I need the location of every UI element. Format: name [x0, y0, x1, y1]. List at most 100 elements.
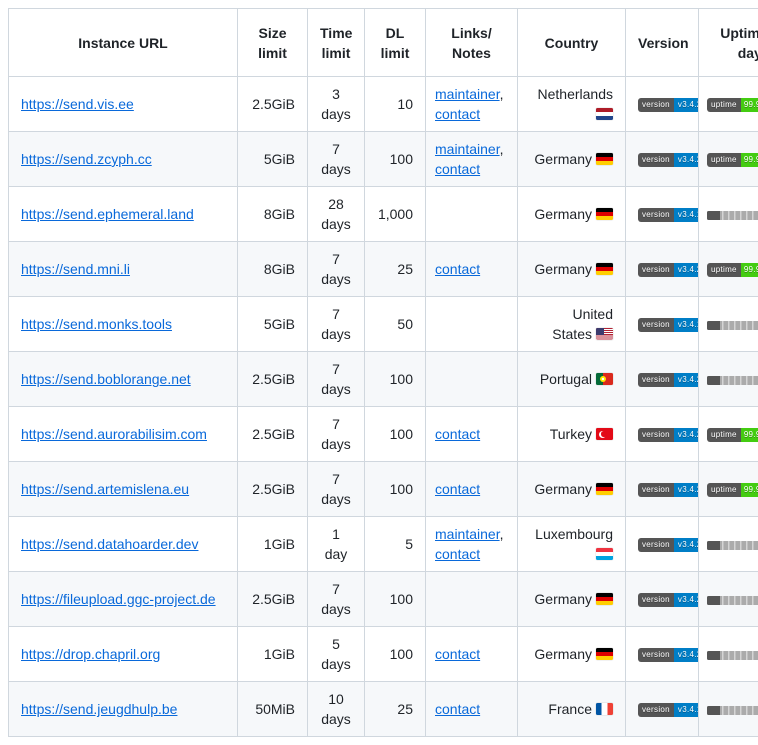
version-badge: versionv3.4.14	[638, 318, 699, 332]
size-limit-cell: 2.5GiB	[238, 77, 308, 132]
instances-table-body: https://send.vis.ee2.5GiB3 days10maintai…	[9, 77, 758, 737]
links-notes-cell: contact	[426, 682, 518, 737]
instance-url-cell: https://send.monks.tools	[9, 297, 238, 352]
contact-link[interactable]: contact	[435, 546, 480, 562]
dl-limit-cell: 1,000	[365, 187, 426, 242]
version-cell: versionv3.4.23	[626, 407, 699, 462]
uptime-badge-label: uptime	[707, 263, 741, 277]
contact-link[interactable]: contact	[435, 481, 480, 497]
links-notes-cell	[426, 187, 518, 242]
version-badge: versionv3.4.14	[638, 208, 699, 222]
instance-url-link[interactable]: https://send.monks.tools	[21, 316, 172, 332]
contact-link[interactable]: contact	[435, 426, 480, 442]
instance-url-cell: https://send.datahoarder.dev	[9, 517, 238, 572]
country-name: Portugal	[540, 371, 592, 387]
version-badge-label: version	[638, 648, 674, 662]
dl-limit-cell: 50	[365, 297, 426, 352]
uptime-cell: uptime99.9	[699, 132, 758, 187]
version-badge: versionv3.4.20	[638, 593, 699, 607]
contact-link[interactable]: contact	[435, 646, 480, 662]
version-badge-value: v3.4.23	[674, 538, 699, 552]
version-badge: versionv3.4.23	[638, 428, 699, 442]
table-row: https://send.ephemeral.land 8GiB28 days1,…	[9, 187, 758, 242]
contact-link[interactable]: contact	[435, 161, 480, 177]
contact-link[interactable]: contact	[435, 261, 480, 277]
version-badge: versionv3.4.18	[638, 703, 699, 717]
instance-url-link[interactable]: https://send.zcyph.cc	[21, 151, 152, 167]
uptime-badge-value: 99.91	[741, 483, 758, 497]
table-row: https://fileupload.ggc-project.de2.5GiB7…	[9, 572, 758, 627]
size-limit-cell: 8GiB	[238, 242, 308, 297]
uptime-unavailable-badge-left	[707, 211, 720, 220]
uptime-unavailable-badge-right	[720, 211, 758, 220]
time-limit-cell: 7 days	[308, 242, 365, 297]
column-header-size-limit: Size limit	[238, 9, 308, 77]
version-badge-label: version	[638, 483, 674, 497]
instance-url-link[interactable]: https://send.datahoarder.dev	[21, 536, 198, 552]
instance-url-link[interactable]: https://send.jeugdhulp.be	[21, 701, 177, 717]
links-notes-cell: contact	[426, 462, 518, 517]
dl-limit-cell: 25	[365, 242, 426, 297]
contact-link[interactable]: contact	[435, 106, 480, 122]
maintainer-link[interactable]: maintainer	[435, 86, 500, 102]
time-limit-cell: 7 days	[308, 572, 365, 627]
country-cell: Germany	[518, 242, 626, 297]
instance-url-link[interactable]: https://drop.chapril.org	[21, 646, 160, 662]
size-limit-cell: 8GiB	[238, 187, 308, 242]
uptime-unavailable-badge-right	[720, 651, 758, 660]
time-limit-cell: 1 day	[308, 517, 365, 572]
version-badge-value: v3.4.23	[674, 263, 699, 277]
uptime-cell	[699, 352, 758, 407]
de-flag-icon	[596, 263, 613, 275]
table-row: https://drop.chapril.org 1GiB5 days100 con…	[9, 627, 758, 682]
instance-url-link[interactable]: https://send.mni.li	[21, 261, 130, 277]
time-limit-cell: 5 days	[308, 627, 365, 682]
instance-url-cell: https://send.ephemeral.land	[9, 187, 238, 242]
links-notes-cell	[426, 352, 518, 407]
country-cell: Germany	[518, 572, 626, 627]
country-cell: Portugal	[518, 352, 626, 407]
maintainer-link[interactable]: maintainer	[435, 526, 500, 542]
instance-url-link[interactable]: https://send.aurorabilisim.com	[21, 426, 207, 442]
version-badge-label: version	[638, 593, 674, 607]
time-limit-cell: 28 days	[308, 187, 365, 242]
instance-url-link[interactable]: https://send.vis.ee	[21, 96, 134, 112]
time-limit-cell: 10 days	[308, 682, 365, 737]
pt-flag-icon	[596, 373, 613, 385]
fr-flag-icon	[596, 703, 613, 715]
uptime-cell	[699, 627, 758, 682]
column-header-instance-url: Instance URL	[9, 9, 238, 77]
contact-link[interactable]: contact	[435, 701, 480, 717]
size-limit-cell: 1GiB	[238, 627, 308, 682]
table-row: https://send.mni.li 8GiB7 days25 contact Ge…	[9, 242, 758, 297]
country-cell: United States	[518, 297, 626, 352]
instance-url-link[interactable]: https://fileupload.ggc-project.de	[21, 591, 216, 607]
country-name: Netherlands	[538, 86, 614, 102]
instance-url-cell: https://send.vis.ee	[9, 77, 238, 132]
table-row: https://send.monks.tools5GiB7 days50Unit…	[9, 297, 758, 352]
links-notes-cell	[426, 572, 518, 627]
links-notes-cell: maintainer, contact	[426, 132, 518, 187]
version-badge-value: v3.4.23	[674, 373, 699, 387]
de-flag-icon	[596, 208, 613, 220]
instance-url-cell: https://send.zcyph.cc	[9, 132, 238, 187]
version-badge-label: version	[638, 428, 674, 442]
tr-flag-icon	[596, 428, 613, 440]
country-cell: Luxembourg	[518, 517, 626, 572]
header-row: Instance URL Size limit Time limit DL li…	[9, 9, 758, 77]
table-row: https://send.aurorabilisim.com2.5GiB7 da…	[9, 407, 758, 462]
version-badge: versionv3.4.23	[638, 538, 699, 552]
uptime-unavailable-badge-left	[707, 706, 720, 715]
uptime-unavailable-badge	[707, 651, 758, 660]
instance-url-link[interactable]: https://send.ephemeral.land	[21, 206, 194, 222]
instance-url-link[interactable]: https://send.boblorange.net	[21, 371, 191, 387]
maintainer-link[interactable]: maintainer	[435, 141, 500, 157]
table-row: https://send.boblorange.net2.5GiB7 days1…	[9, 352, 758, 407]
instance-url-link[interactable]: https://send.artemislena.eu	[21, 481, 189, 497]
uptime-unavailable-badge	[707, 596, 758, 605]
version-badge-label: version	[638, 208, 674, 222]
dl-limit-cell: 100	[365, 627, 426, 682]
uptime-cell: uptime99.9	[699, 77, 758, 132]
country-name: Germany	[534, 646, 592, 662]
size-limit-cell: 5GiB	[238, 297, 308, 352]
